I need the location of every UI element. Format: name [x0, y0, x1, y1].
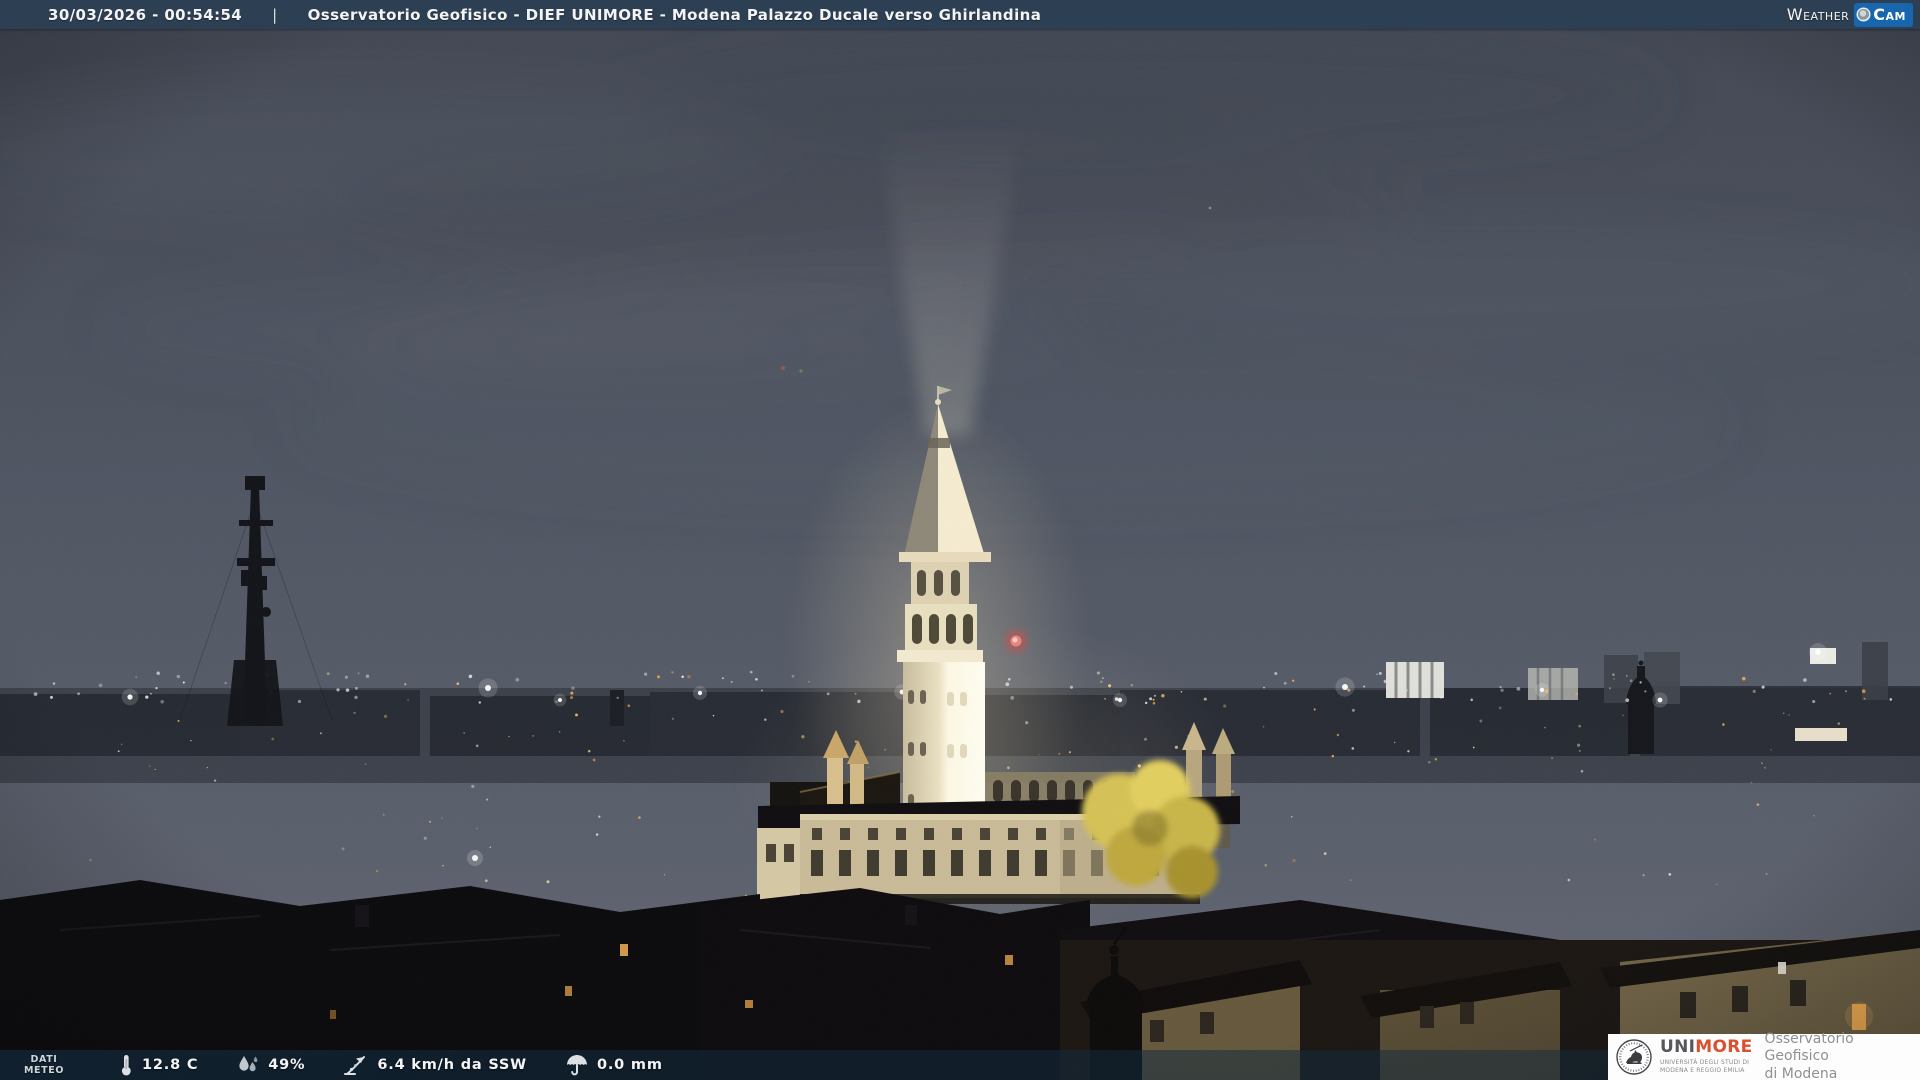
dati-meteo-label: DATI METEO: [24, 1053, 64, 1076]
weathercam-cam-text: Cam: [1873, 5, 1906, 24]
unimore-seal-icon: [1616, 1039, 1652, 1075]
title-separator: |: [272, 5, 278, 24]
unimore-credit-box: UNIMORE UNIVERSITÀ DEGLI STUDI DI MODENA…: [1608, 1030, 1920, 1080]
thermometer-icon: [121, 1055, 131, 1076]
unimore-more-text: MORE: [1695, 1037, 1753, 1058]
umbrella-icon: [566, 1055, 587, 1076]
humidity-reading: 49%: [236, 1054, 305, 1076]
observatory-name: Osservatorio Geofisico di Modena: [1764, 1030, 1854, 1080]
temperature-value: 12.8 C: [142, 1057, 199, 1073]
humidity-value: 49%: [268, 1057, 306, 1073]
wind-vane-icon: [344, 1056, 366, 1075]
unimore-uni-text: UNI: [1660, 1037, 1696, 1058]
unimore-wordmark: UNIMORE UNIVERSITÀ DEGLI STUDI DI MODENA…: [1660, 1039, 1753, 1075]
water-drops-icon: [239, 1056, 258, 1072]
university-name: UNIVERSITÀ DEGLI STUDI DI MODENA E REGGI…: [1660, 1059, 1750, 1074]
camera-title: Osservatorio Geofisico - DIEF UNIMORE - …: [307, 5, 1042, 24]
weathercam-weather-text: Weather: [1786, 5, 1850, 24]
timestamp: 30/03/2026 - 00:54:54: [48, 5, 243, 24]
weathercam-cam-badge: Cam: [1854, 2, 1913, 27]
rain-reading: 0.0 mm: [565, 1053, 663, 1077]
wind-value: 6.4 km/h da SSW: [377, 1057, 527, 1073]
rain-value: 0.0 mm: [596, 1057, 663, 1073]
night-cityscape-photo: [0, 0, 1920, 1080]
camera-lens-icon: [1858, 9, 1870, 20]
temperature-reading: 12.8 C: [118, 1053, 198, 1077]
weathercam-logo: Weather Cam: [1786, 2, 1920, 27]
wind-reading: 6.4 km/h da SSW: [343, 1053, 527, 1077]
header-bar: 30/03/2026 - 00:54:54 | Osservatorio Geo…: [0, 0, 1920, 29]
webcam-frame: 30/03/2026 - 00:54:54 | Osservatorio Geo…: [0, 0, 1920, 1080]
